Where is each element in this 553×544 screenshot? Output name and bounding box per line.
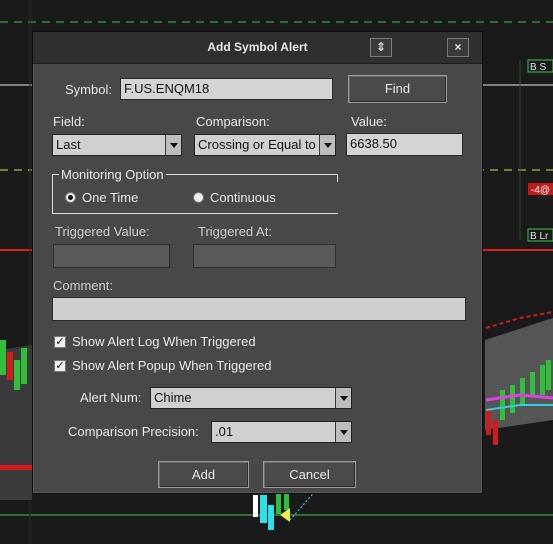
value-input[interactable]: 6638.50 [346, 133, 463, 156]
comparison-label: Comparison: [196, 114, 270, 129]
add-button[interactable]: Add [158, 461, 249, 488]
show-popup-checkbox[interactable]: ✓ [54, 360, 66, 372]
find-button[interactable]: Find [348, 75, 447, 103]
alert-num-select-value: Chime [154, 390, 192, 405]
chevron-down-icon[interactable] [165, 135, 181, 155]
one-time-label[interactable]: One Time [82, 190, 138, 205]
symbol-input[interactable]: F.US.ENQM18 [120, 78, 333, 100]
show-log-checkbox[interactable]: ✓ [54, 336, 66, 348]
comparison-select-value: Crossing or Equal to [198, 137, 316, 152]
alert-num-label: Alert Num: [80, 390, 142, 405]
monitoring-option-label: Monitoring Option [59, 167, 166, 182]
chart-label-blr: B Lr [530, 231, 549, 242]
field-select[interactable]: Last [52, 134, 182, 156]
close-icon[interactable]: × [447, 38, 469, 57]
field-label: Field: [53, 114, 85, 129]
chevron-down-icon[interactable] [335, 388, 351, 408]
symbol-label: Symbol: [65, 82, 112, 97]
chevron-down-icon[interactable] [335, 422, 351, 442]
chevron-down-icon[interactable] [319, 135, 335, 155]
triggered-at-field [193, 244, 336, 268]
comparison-precision-value: .01 [215, 424, 234, 439]
field-select-value: Last [56, 137, 81, 152]
comparison-precision-select[interactable]: .01 [211, 421, 352, 443]
value-label: Value: [351, 114, 387, 129]
comparison-precision-label: Comparison Precision: [68, 424, 199, 439]
add-symbol-alert-dialog: Add Symbol Alert ⇕ × Symbol: F.US.ENQM18… [32, 31, 483, 494]
triggered-value-label: Triggered Value: [55, 224, 150, 239]
dialog-title: Add Symbol Alert [207, 40, 308, 54]
continuous-label[interactable]: Continuous [210, 190, 276, 205]
show-popup-label[interactable]: Show Alert Popup When Triggered [72, 358, 271, 373]
show-log-label[interactable]: Show Alert Log When Triggered [72, 334, 256, 349]
triggered-value-field [53, 244, 170, 268]
comment-input[interactable] [52, 297, 466, 321]
comment-label: Comment: [53, 278, 113, 293]
resize-icon[interactable]: ⇕ [370, 38, 392, 57]
chart-label-bs: B S [530, 62, 546, 73]
dialog-titlebar[interactable]: Add Symbol Alert ⇕ × [33, 32, 482, 64]
comparison-select[interactable]: Crossing or Equal to [194, 134, 336, 156]
triggered-at-label: Triggered At: [198, 224, 272, 239]
chart-label-neg: -4@ [531, 185, 550, 196]
cancel-button[interactable]: Cancel [263, 461, 356, 488]
alert-num-select[interactable]: Chime [150, 387, 352, 409]
continuous-radio[interactable] [193, 192, 204, 203]
one-time-radio[interactable] [65, 192, 76, 203]
